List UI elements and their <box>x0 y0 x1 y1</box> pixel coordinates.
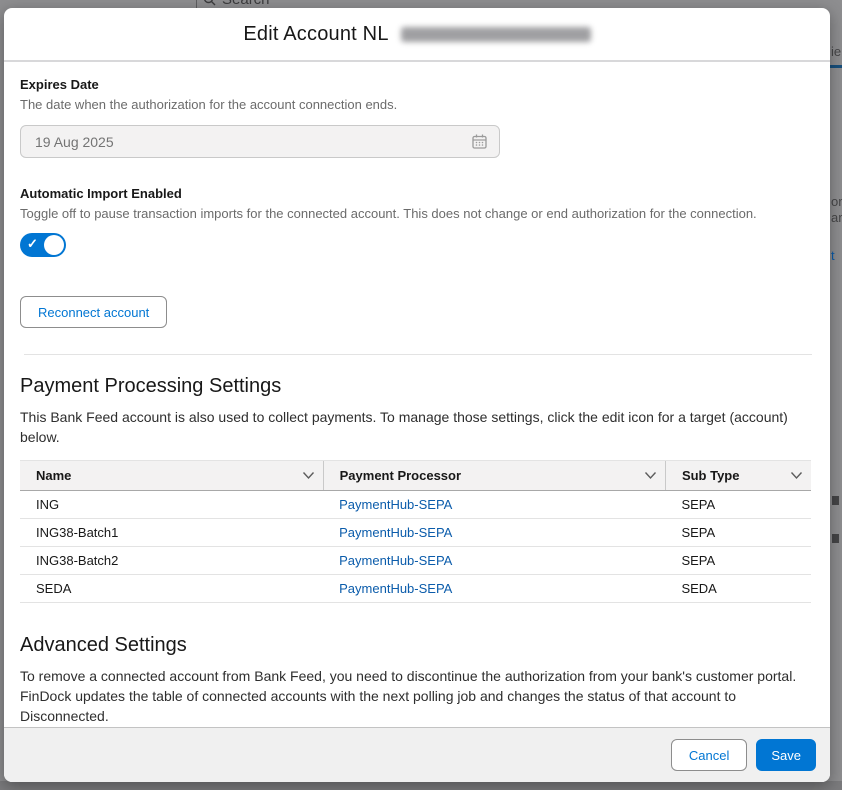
payment-settings-description: This Bank Feed account is also used to c… <box>20 407 810 447</box>
payment-processor-link[interactable]: PaymentHub-SEPA <box>339 525 452 540</box>
background-bottom-strip <box>0 781 842 790</box>
auto-import-toggle[interactable]: ✓ <box>20 233 66 257</box>
save-button[interactable]: Save <box>756 739 816 771</box>
auto-import-label: Automatic Import Enabled <box>20 186 808 201</box>
table-row: ING38-Batch2 PaymentHub-SEPA SEPA <box>20 547 811 575</box>
modal-header: Edit Account NL <box>4 8 830 62</box>
table-header-row: Name Payment Processor Sub Type <box>20 461 811 491</box>
cell-name: ING <box>20 491 323 519</box>
cell-sub-type: SEPA <box>665 547 811 575</box>
payment-processor-link[interactable]: PaymentHub-SEPA <box>339 553 452 568</box>
column-header-payment-processor[interactable]: Payment Processor <box>323 461 665 491</box>
modal-body: Expires Date The date when the authoriza… <box>4 62 830 725</box>
bg-fragment: ie <box>831 44 841 59</box>
chevron-down-icon[interactable] <box>644 471 657 480</box>
column-header-label: Payment Processor <box>340 468 461 483</box>
bg-fragment-mark <box>832 496 839 505</box>
expires-date-label: Expires Date <box>20 77 808 92</box>
cell-name: ING38-Batch1 <box>20 519 323 547</box>
chevron-down-icon[interactable] <box>302 471 315 480</box>
background-search-label: Search <box>222 0 270 8</box>
table-row: ING38-Batch1 PaymentHub-SEPA SEPA <box>20 519 811 547</box>
cell-name: ING38-Batch2 <box>20 547 323 575</box>
bg-fragment-bar <box>830 65 842 68</box>
background-right-strip: ie or ar t <box>830 8 842 781</box>
cell-name: SEDA <box>20 575 323 603</box>
bg-fragment: ar <box>831 210 842 225</box>
section-divider <box>24 354 812 355</box>
chevron-down-icon[interactable] <box>790 471 803 480</box>
payment-processor-link[interactable]: PaymentHub-SEPA <box>339 497 452 512</box>
advanced-settings-title: Advanced Settings <box>20 634 808 657</box>
table-row: SEDA PaymentHub-SEPA SEDA <box>20 575 811 603</box>
redacted-account-number <box>401 27 591 42</box>
expires-date-help: The date when the authorization for the … <box>20 97 808 112</box>
bg-fragment: or <box>831 194 842 209</box>
auto-import-help: Toggle off to pause transaction imports … <box>20 206 808 221</box>
modal-title: Edit Account NL <box>243 23 388 46</box>
check-icon: ✓ <box>27 236 38 252</box>
modal-footer: Cancel Save <box>4 727 830 782</box>
expires-date-field[interactable]: 19 Aug 2025 <box>20 125 500 158</box>
expires-date-value: 19 Aug 2025 <box>35 134 114 150</box>
cell-sub-type: SEPA <box>665 491 811 519</box>
table-row: ING PaymentHub-SEPA SEPA <box>20 491 811 519</box>
cell-sub-type: SEDA <box>665 575 811 603</box>
column-header-name[interactable]: Name <box>20 461 323 491</box>
cell-sub-type: SEPA <box>665 519 811 547</box>
search-icon <box>203 0 216 6</box>
toggle-knob <box>44 235 64 255</box>
advanced-settings-description: To remove a connected account from Bank … <box>20 666 810 725</box>
background-top-strip: Search <box>0 0 842 8</box>
column-header-sub-type[interactable]: Sub Type <box>665 461 811 491</box>
payment-processor-link[interactable]: PaymentHub-SEPA <box>339 581 452 596</box>
edit-account-modal: Edit Account NL Expires Date The date wh… <box>4 8 830 782</box>
background-divider <box>196 0 197 8</box>
column-header-label: Name <box>36 468 71 483</box>
column-header-label: Sub Type <box>682 468 740 483</box>
reconnect-account-button[interactable]: Reconnect account <box>20 296 167 328</box>
background-search-box: Search <box>203 0 270 8</box>
cancel-button[interactable]: Cancel <box>671 739 747 771</box>
payment-settings-title: Payment Processing Settings <box>20 375 808 398</box>
bg-fragment-mark <box>832 534 839 543</box>
payment-targets-table: Name Payment Processor Sub Type <box>20 460 811 603</box>
calendar-icon <box>472 134 487 149</box>
bg-fragment: t <box>831 248 835 263</box>
